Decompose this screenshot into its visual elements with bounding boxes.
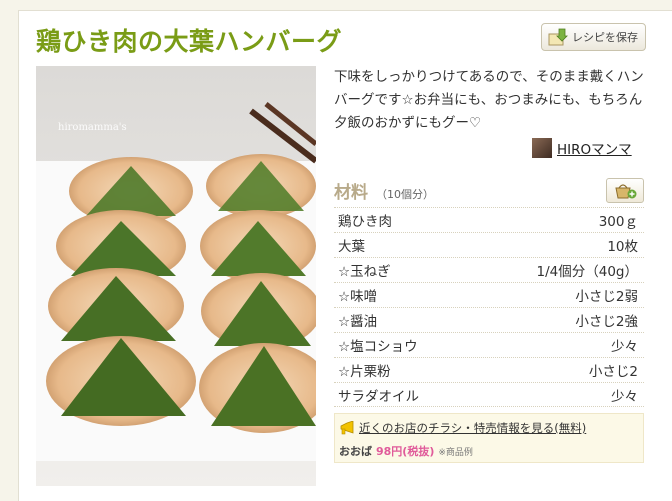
flyer-link-row: 近くのお店のチラシ・特売情報を見る(無料) bbox=[339, 420, 586, 436]
ingredient-amount: 小さじ2 bbox=[588, 364, 638, 380]
ingredient-row: ☆片栗粉 小さじ2 bbox=[334, 357, 644, 382]
ingredient-amount: 小さじ2弱 bbox=[575, 289, 638, 305]
save-recipe-icon bbox=[548, 28, 568, 46]
ingredients-header: 材料 （10個分） bbox=[334, 178, 434, 203]
servings-count: （10個分） bbox=[376, 188, 434, 201]
add-to-basket-button[interactable] bbox=[606, 178, 644, 203]
ingredient-row: サラダオイル 少々 bbox=[334, 382, 644, 407]
ingredient-amount: 1/4個分（40g） bbox=[536, 264, 638, 280]
ingredient-name: ☆片栗粉 bbox=[338, 364, 391, 380]
author-name: HIROマンマ bbox=[557, 142, 632, 158]
flyer-link[interactable]: 近くのお店のチラシ・特売情報を見る(無料) bbox=[359, 420, 586, 436]
ingredient-name: サラダオイル bbox=[338, 388, 419, 405]
save-recipe-label: レシピを保存 bbox=[572, 31, 638, 44]
ingredient-name: ☆味噌 bbox=[338, 289, 378, 305]
ingredient-amount: 少々 bbox=[611, 339, 638, 355]
recipe-title: 鶏ひき肉の大葉ハンバーグ bbox=[36, 27, 343, 56]
ingredient-row: 鶏ひき肉 300ｇ bbox=[334, 207, 644, 232]
ingredient-amount: 300ｇ bbox=[598, 214, 638, 230]
ingredient-amount: 10枚 bbox=[607, 239, 638, 255]
save-recipe-button[interactable]: レシピを保存 bbox=[541, 23, 646, 51]
flyer-megaphone-icon bbox=[340, 421, 354, 435]
ingredient-list: 鶏ひき肉 300ｇ 大葉 10枚 ☆玉ねぎ 1/4個分（40g） ☆味噌 小さじ… bbox=[334, 207, 644, 407]
shop-name: おおば bbox=[339, 445, 372, 458]
flyer-promo-box: 近くのお店のチラシ・特売情報を見る(無料) おおば 98円(税抜) ※商品例 bbox=[334, 413, 644, 463]
ingredient-name: 鶏ひき肉 bbox=[338, 214, 392, 230]
photo-watermark: hiromamma's bbox=[58, 122, 127, 133]
price-note: ※商品例 bbox=[438, 448, 473, 458]
ingredient-row: ☆玉ねぎ 1/4個分（40g） bbox=[334, 257, 644, 282]
ingredient-name: ☆醤油 bbox=[338, 314, 378, 330]
price-example-row: おおば 98円(税抜) ※商品例 bbox=[339, 443, 473, 459]
ingredient-row: 大葉 10枚 bbox=[334, 232, 644, 257]
recipe-photo: hiromamma's bbox=[36, 66, 316, 486]
author-link[interactable]: HIROマンマ bbox=[532, 137, 632, 159]
ingredient-amount: 小さじ2強 bbox=[575, 314, 638, 330]
ingredient-row: ☆醤油 小さじ2強 bbox=[334, 307, 644, 332]
author-avatar bbox=[532, 138, 552, 158]
ingredient-name: 大葉 bbox=[338, 239, 365, 255]
add-to-basket-icon bbox=[615, 183, 637, 198]
ingredient-name: ☆玉ねぎ bbox=[338, 264, 391, 280]
ingredient-row: ☆塩コショウ 少々 bbox=[334, 332, 644, 357]
sale-price: 98円(税抜) bbox=[376, 445, 435, 458]
ingredient-row: ☆味噌 小さじ2弱 bbox=[334, 282, 644, 307]
recipe-description: 下味をしっかりつけてあるので、そのまま戴くハンバーグです☆お弁当にも、おつまみに… bbox=[334, 69, 644, 131]
ingredient-amount: 少々 bbox=[611, 388, 638, 405]
ingredients-label: 材料 bbox=[334, 183, 368, 203]
ingredient-name: ☆塩コショウ bbox=[338, 339, 418, 355]
